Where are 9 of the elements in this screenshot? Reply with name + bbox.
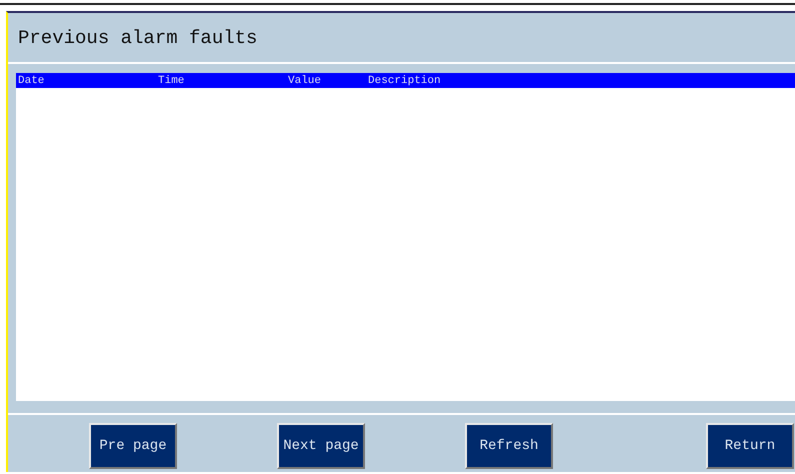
screen-title: Previous alarm faults [18,26,258,48]
column-header: Description [367,74,442,86]
action-button[interactable]: Next page [277,423,365,469]
action-button[interactable]: Refresh [465,423,553,469]
action-button[interactable]: Return [706,423,794,469]
column-header: Value [287,74,322,86]
column-header: Date [17,74,46,86]
column-header: Time [157,74,186,86]
action-button[interactable]: Pre page [89,423,177,469]
